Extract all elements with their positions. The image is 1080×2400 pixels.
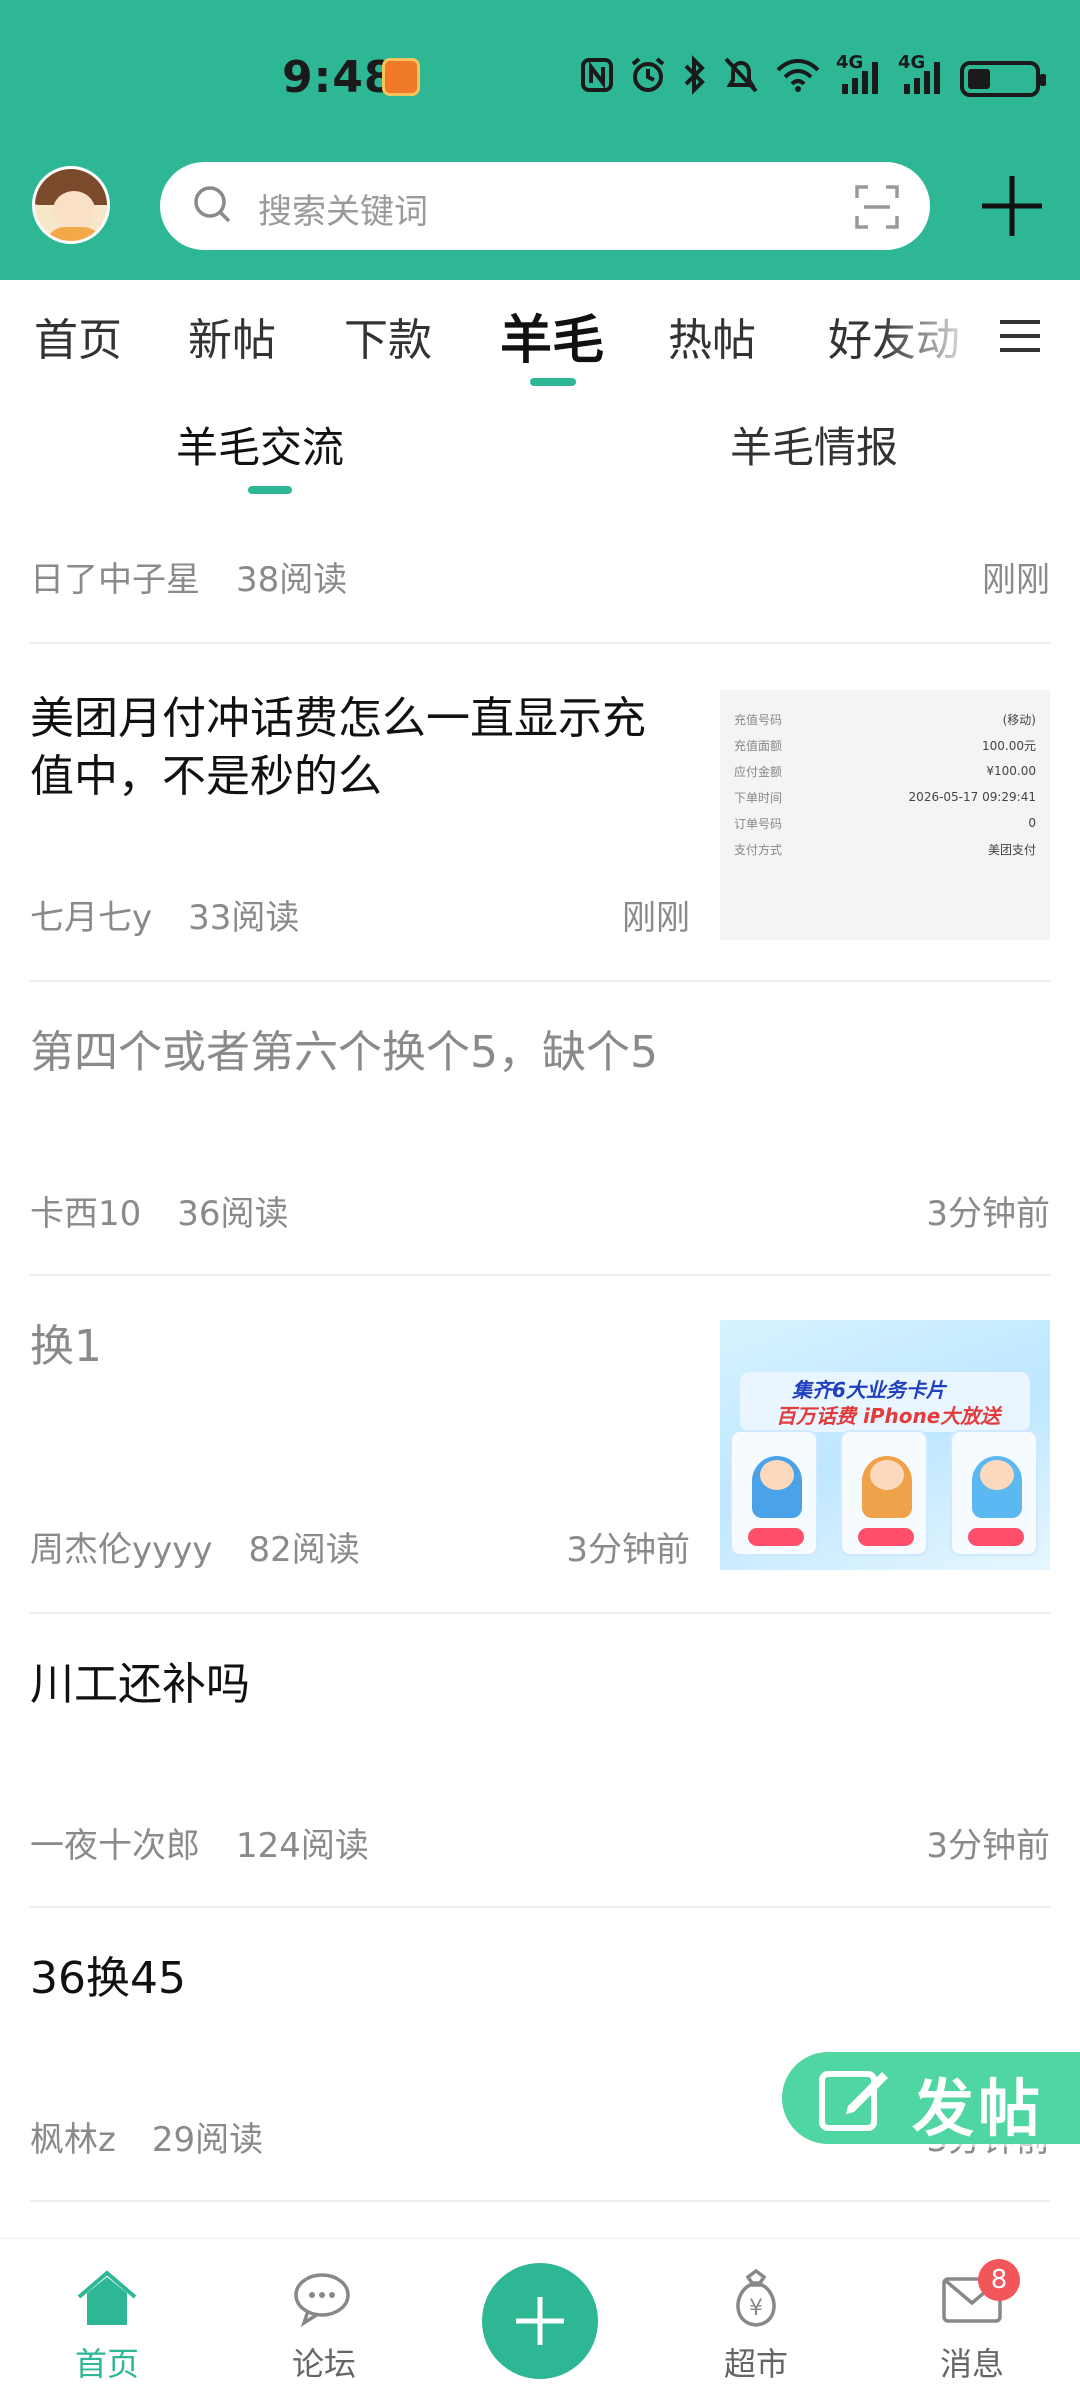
post-thumbnail-promo[interactable]: 集齐6大业务卡片 百万话费 iPhone大放送 bbox=[720, 1320, 1050, 1570]
nfc-icon bbox=[580, 57, 614, 102]
sub-tabs: 羊毛交流 羊毛情报 bbox=[0, 390, 1080, 510]
money-bag-icon: ¥ bbox=[736, 2268, 776, 2327]
post-reads: 33阅读 bbox=[188, 898, 300, 938]
network-type-1: 4G bbox=[836, 51, 864, 73]
list-item[interactable]: 川工还补吗 一夜十次郎 124阅读 3分钟前 bbox=[30, 1614, 1050, 1908]
status-time: 9:48 bbox=[282, 52, 396, 103]
post-meta: 卡西10 36阅读 bbox=[30, 1186, 289, 1235]
post-reads: 82阅读 bbox=[248, 1530, 360, 1570]
nav-forum[interactable]: 论坛 bbox=[264, 2267, 384, 2385]
post-meta: 一夜十次郎 124阅读 bbox=[30, 1818, 369, 1867]
post-time: 刚刚 bbox=[982, 560, 1050, 600]
list-item[interactable]: 第四个或者第六个换个5，缺个5 卡西10 36阅读 3分钟前 bbox=[30, 982, 1050, 1276]
status-bar: 9:48 4G 4G bbox=[0, 40, 1080, 120]
nav-create-button[interactable] bbox=[482, 2263, 598, 2379]
signal-icon-1: 4G bbox=[836, 52, 884, 101]
post-author: 一夜十次郎 bbox=[30, 1826, 200, 1866]
promo-thumbnail: 集齐6大业务卡片 百万话费 iPhone大放送 bbox=[720, 1320, 1050, 1570]
nav-home-label: 首页 bbox=[74, 2345, 139, 2383]
scan-icon[interactable] bbox=[854, 184, 900, 230]
plus-icon bbox=[516, 2297, 564, 2345]
post-reads: 29阅读 bbox=[151, 2120, 264, 2160]
bottom-nav: 首页 论坛 ¥ 超市 消息 8 bbox=[0, 2238, 1080, 2400]
post-title: 换1 bbox=[30, 1321, 102, 1372]
wifi-icon bbox=[774, 56, 822, 103]
app-notification-icon bbox=[382, 58, 420, 96]
tab-fade bbox=[880, 280, 980, 380]
post-author: 日了中子星 bbox=[30, 560, 200, 600]
subtab-active-indicator bbox=[248, 486, 292, 494]
post-title: 第四个或者第六个换个5，缺个5 bbox=[30, 1027, 658, 1078]
subtab-wool-exchange[interactable]: 羊毛交流 bbox=[176, 414, 344, 475]
post-title: 川工还补吗 bbox=[30, 1659, 250, 1710]
nav-forum-label: 论坛 bbox=[291, 2345, 356, 2383]
tab-wool[interactable]: 羊毛 bbox=[500, 298, 604, 373]
alarm-icon bbox=[628, 55, 668, 104]
post-reads: 124阅读 bbox=[236, 1826, 369, 1866]
add-icon[interactable] bbox=[974, 168, 1050, 244]
search-bar[interactable]: 搜索关键词 bbox=[160, 162, 930, 250]
tab-loans[interactable]: 下款 bbox=[344, 304, 432, 368]
nav-home[interactable]: 首页 bbox=[47, 2267, 167, 2385]
post-author: 卡西10 bbox=[30, 1194, 142, 1234]
post-title: 美团月付冲话费怎么一直显示充值中，不是秒的么 bbox=[30, 693, 646, 802]
nav-messages[interactable]: 消息 8 bbox=[912, 2259, 1032, 2385]
bluetooth-icon bbox=[682, 54, 708, 104]
nav-market[interactable]: ¥ 超市 bbox=[696, 2267, 816, 2385]
unread-badge: 8 bbox=[978, 2259, 1020, 2301]
mute-bell-icon bbox=[722, 55, 760, 104]
nav-market-label: 超市 bbox=[723, 2345, 788, 2383]
list-item[interactable]: 日了中子星 38阅读 刚刚 bbox=[30, 510, 1050, 644]
app-header: 9:48 4G 4G 搜索关键词 bbox=[0, 0, 1080, 280]
chat-bubble-icon bbox=[294, 2273, 350, 2328]
tab-home[interactable]: 首页 bbox=[34, 304, 122, 368]
post-meta: 七月七y 33阅读 bbox=[30, 890, 299, 939]
network-type-2: 4G bbox=[898, 51, 926, 73]
list-item[interactable]: 美团月付冲话费怎么一直显示充值中，不是秒的么 七月七y 33阅读 刚刚 充值号码(… bbox=[30, 644, 1050, 982]
promo-line-2: 百万话费 iPhone大放送 bbox=[776, 1404, 1001, 1428]
post-thumbnail-receipt[interactable]: 充值号码 (移动) 充值面额 100.00元 应付金额 ¥100.00 下单时间 202… bbox=[720, 690, 1050, 940]
new-post-label: 发帖 bbox=[912, 2072, 1045, 2145]
post-author: 枫林z bbox=[30, 2120, 116, 2160]
post-author: 七月七y bbox=[30, 898, 153, 938]
tab-active-indicator bbox=[530, 378, 576, 386]
nav-messages-label: 消息 bbox=[939, 2345, 1004, 2383]
list-item[interactable]: 换1 周杰伦yyyy 82阅读 3分钟前 集齐6大业务卡片 百万话费 iPhone… bbox=[30, 1276, 1050, 1614]
post-meta: 日了中子星 38阅读 bbox=[30, 552, 347, 601]
tab-hot-posts[interactable]: 热帖 bbox=[668, 304, 756, 368]
post-author: 周杰伦yyyy bbox=[30, 1530, 213, 1570]
subtab-wool-intel[interactable]: 羊毛情报 bbox=[730, 414, 898, 475]
top-tabs: 首页 新帖 下款 羊毛 热帖 好友动 bbox=[0, 280, 1080, 390]
edit-icon bbox=[819, 2071, 888, 2131]
post-title: 36换45 bbox=[30, 1953, 186, 2004]
post-reads: 36阅读 bbox=[177, 1194, 289, 1234]
post-meta: 周杰伦yyyy 82阅读 bbox=[30, 1522, 360, 1571]
post-meta: 枫林z 29阅读 bbox=[30, 2112, 263, 2161]
new-post-button[interactable]: 发帖 bbox=[782, 2052, 1080, 2145]
home-icon bbox=[77, 2270, 137, 2325]
post-time: 3分钟前 bbox=[926, 1194, 1050, 1234]
receipt-thumbnail: 充值号码 (移动) 充值面额 100.00元 应付金额 ¥100.00 下单时间 202… bbox=[734, 712, 1036, 857]
search-icon bbox=[194, 186, 231, 223]
post-time: 3分钟前 bbox=[566, 1530, 690, 1570]
signal-icon-2: 4G bbox=[898, 52, 946, 101]
post-time: 刚刚 bbox=[622, 898, 690, 938]
battery-icon bbox=[960, 61, 1046, 97]
menu-icon[interactable] bbox=[998, 318, 1042, 354]
user-avatar[interactable] bbox=[32, 166, 110, 244]
post-time: 3分钟前 bbox=[926, 1826, 1050, 1866]
post-feed: 日了中子星 38阅读 刚刚 美团月付冲话费怎么一直显示充值中，不是秒的么 七月七y… bbox=[30, 510, 1050, 2202]
tab-new-posts[interactable]: 新帖 bbox=[188, 304, 276, 368]
post-reads: 38阅读 bbox=[236, 560, 348, 600]
status-icons: 4G 4G bbox=[580, 52, 1046, 104]
promo-line-1: 集齐6大业务卡片 bbox=[792, 1378, 946, 1402]
svg-text:¥: ¥ bbox=[749, 2296, 763, 2321]
search-input[interactable]: 搜索关键词 bbox=[258, 184, 428, 233]
